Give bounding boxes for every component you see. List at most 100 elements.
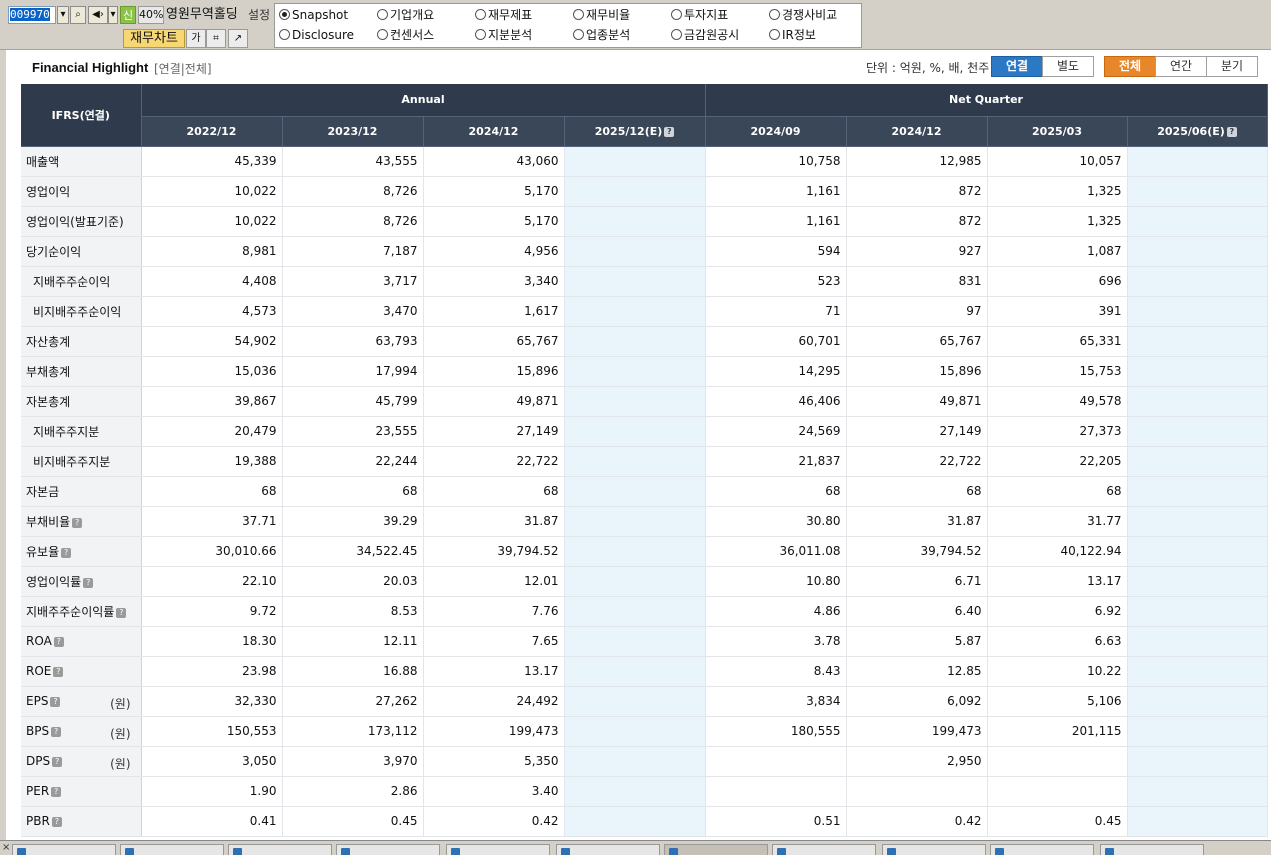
search-icon[interactable]: ⌕	[70, 6, 86, 24]
radio-option-label: Snapshot	[292, 8, 349, 22]
value-cell	[564, 506, 706, 537]
radio-option-label: 기업개요	[390, 8, 435, 22]
radio-circle-icon[interactable]	[671, 29, 682, 40]
radio-option[interactable]: IR정보	[769, 26, 816, 44]
period-annual-button[interactable]: 연간	[1155, 56, 1207, 77]
bottom-tab[interactable]	[664, 844, 768, 855]
table-row: PER? 1.90 2.86 3.40	[21, 776, 1268, 807]
period-all-button[interactable]: 전체	[1104, 56, 1156, 77]
radio-option[interactable]: 금감원공시	[671, 26, 739, 44]
financial-highlight-table: IFRS(연결) Annual Net Quarter 2022/12 2023/…	[21, 84, 1268, 837]
help-icon[interactable]: ?	[53, 667, 64, 677]
popup-icon[interactable]: ↗	[228, 29, 248, 48]
bottom-tab[interactable]	[336, 844, 440, 855]
radio-option[interactable]: 업종분석	[573, 26, 630, 44]
value-cell: 201,115	[987, 716, 1128, 747]
radio-circle-icon[interactable]	[573, 29, 584, 40]
bottom-tab[interactable]	[12, 844, 116, 855]
radio-option[interactable]: 투자지표	[671, 6, 728, 24]
stock-code-input[interactable]: 009970	[8, 6, 56, 24]
radio-circle-icon[interactable]	[769, 29, 780, 40]
annual-group-header: Annual	[141, 84, 706, 117]
value-cell	[564, 266, 706, 297]
value-cell: 3.78	[705, 626, 847, 657]
financial-chart-button[interactable]: 재무차트	[123, 29, 185, 48]
row-label-cell: BPS? (원)	[21, 716, 142, 747]
radio-option-label: 재무제표	[488, 8, 533, 22]
value-cell	[705, 746, 847, 777]
radio-option[interactable]: Snapshot	[279, 6, 348, 24]
basis-consolidated-button[interactable]: 연결	[991, 56, 1043, 77]
radio-circle-icon[interactable]	[573, 9, 584, 20]
radio-circle-icon[interactable]	[279, 29, 290, 40]
help-icon[interactable]: ?	[664, 126, 675, 137]
help-icon[interactable]: ?	[50, 697, 61, 707]
radio-circle-icon[interactable]	[671, 9, 682, 20]
value-cell: 5,350	[423, 746, 565, 777]
radio-circle-icon[interactable]	[769, 9, 780, 20]
radio-circle-icon[interactable]	[377, 29, 388, 40]
radio-option[interactable]: 컨센서스	[377, 26, 434, 44]
code-dropdown-icon[interactable]: ▾	[57, 6, 69, 24]
radio-option[interactable]: 지분분석	[475, 26, 532, 44]
font-size-button[interactable]: 가	[186, 29, 206, 48]
settings-button[interactable]: 설정	[248, 6, 270, 24]
row-label: 매출액	[26, 154, 60, 169]
help-icon[interactable]: ?	[116, 607, 127, 618]
period-quarter-button[interactable]: 분기	[1206, 56, 1258, 77]
help-icon[interactable]: ?	[53, 637, 64, 647]
radio-circle-icon[interactable]	[279, 9, 290, 20]
value-cell: 5,170	[423, 176, 565, 207]
help-icon[interactable]: ?	[51, 817, 62, 827]
value-cell: 23,555	[282, 416, 424, 447]
expand-icon[interactable]: ⌗	[206, 29, 226, 48]
bottom-tab[interactable]	[990, 844, 1094, 855]
bottom-tab[interactable]	[120, 844, 224, 855]
help-icon[interactable]: ?	[83, 577, 94, 588]
bottom-tab[interactable]	[882, 844, 986, 855]
bottom-tab[interactable]	[446, 844, 550, 855]
radio-option[interactable]: 재무비율	[573, 6, 630, 24]
row-label: 비지배주주순이익	[33, 304, 122, 319]
basis-separate-button[interactable]: 별도	[1042, 56, 1094, 77]
value-cell: 0.41	[141, 806, 283, 837]
radio-option[interactable]: 경쟁사비교	[769, 6, 837, 24]
help-icon[interactable]: ?	[52, 757, 63, 767]
table-row: 자본총계 39,867 45,799 49,871 46,406 49,871 49,578	[21, 386, 1268, 417]
value-cell	[1127, 626, 1268, 657]
radio-circle-icon[interactable]	[377, 9, 388, 20]
value-cell: 15,036	[141, 356, 283, 387]
bottom-tab[interactable]	[228, 844, 332, 855]
table-row: EPS? (원) 32,330 27,262 24,492 3,834 6,092 5,106	[21, 686, 1268, 717]
row-label: 지배주주지분	[33, 424, 100, 439]
value-cell	[564, 806, 706, 837]
row-label-cell: 영업이익	[21, 176, 142, 207]
value-cell: 31.87	[846, 506, 988, 537]
speaker-icon[interactable]: ◀›	[88, 6, 108, 24]
radio-circle-icon[interactable]	[475, 29, 486, 40]
help-icon[interactable]: ?	[51, 787, 62, 797]
help-icon[interactable]: ?	[61, 547, 72, 558]
value-cell: 594	[705, 236, 847, 267]
bottom-tab[interactable]	[772, 844, 876, 855]
radio-option[interactable]: 재무제표	[475, 6, 532, 24]
close-icon[interactable]: ×	[2, 842, 10, 853]
value-cell	[1127, 266, 1268, 297]
radio-circle-icon[interactable]	[475, 9, 486, 20]
value-cell	[1127, 716, 1268, 747]
bottom-tab[interactable]	[1100, 844, 1204, 855]
value-cell: 6.92	[987, 596, 1128, 627]
speaker-dropdown-icon[interactable]: ▾	[108, 6, 118, 24]
value-cell: 60,701	[705, 326, 847, 357]
value-cell: 46,406	[705, 386, 847, 417]
row-label: ROE	[26, 664, 52, 678]
value-cell	[564, 386, 706, 417]
help-icon[interactable]: ?	[1226, 126, 1237, 137]
radio-option[interactable]: 기업개요	[377, 6, 434, 24]
bottom-tab[interactable]	[556, 844, 660, 855]
radio-option[interactable]: Disclosure	[279, 26, 354, 44]
column-header: 2024/09	[705, 116, 847, 147]
help-icon[interactable]: ?	[72, 517, 83, 528]
help-icon[interactable]: ?	[51, 727, 62, 737]
value-cell	[1127, 386, 1268, 417]
